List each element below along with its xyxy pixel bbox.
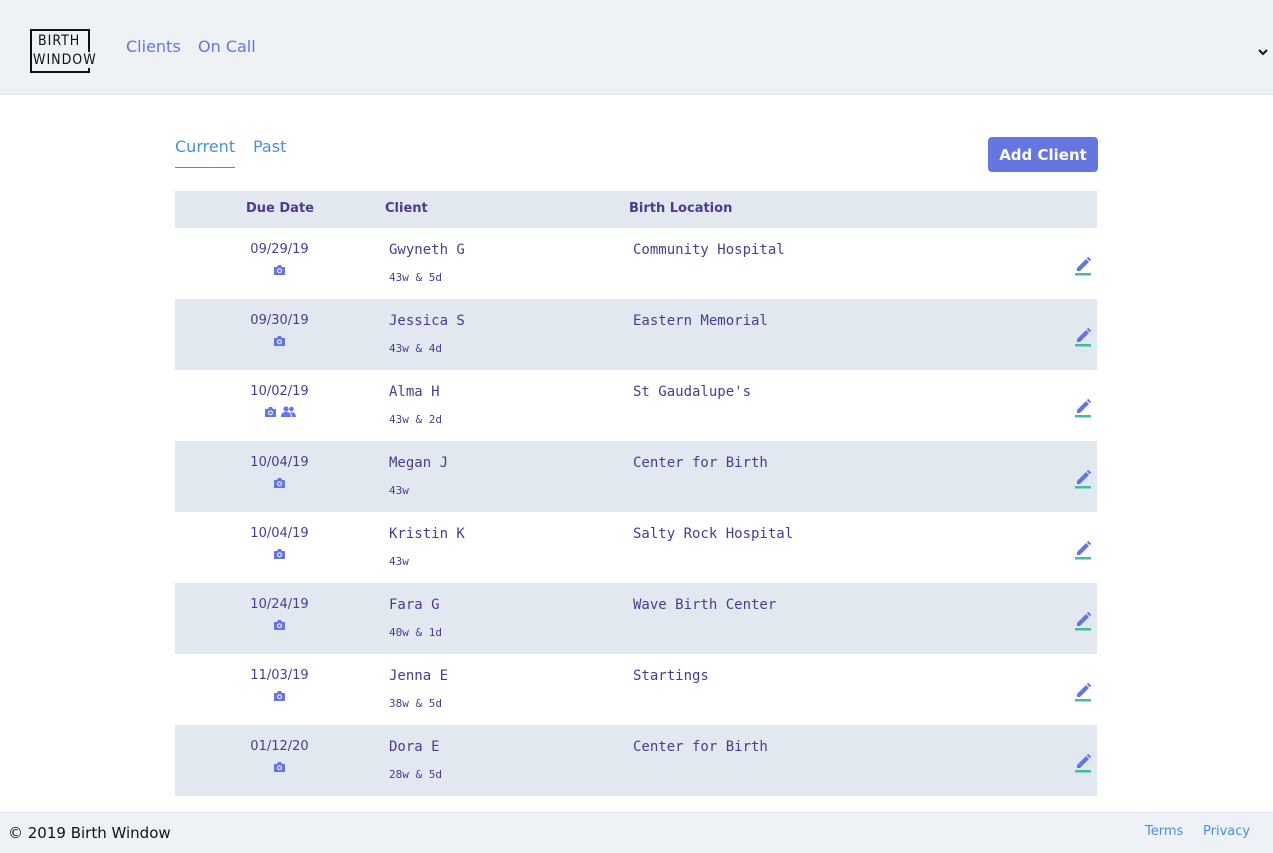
birth-location-cell: Salty Rock Hospital: [633, 526, 794, 542]
due-date-cell: 10/02/19: [250, 384, 309, 399]
add-client-button[interactable]: Add Client: [988, 137, 1098, 172]
client-status-icons: [237, 335, 322, 349]
client-name-cell: Kristin K: [389, 526, 465, 542]
camera-icon: [271, 335, 288, 354]
gestation-weeks: 38w & 5d: [389, 697, 442, 710]
copyright-text: © 2019 Birth Window: [8, 824, 171, 842]
due-date-cell: 09/30/19: [250, 313, 309, 328]
pencil-icon: [1074, 327, 1092, 351]
client-status-icons: [237, 619, 322, 633]
client-name-cell: Jessica S: [389, 313, 465, 329]
tab-past[interactable]: Past: [253, 137, 286, 157]
gestation-weeks: 43w & 4d: [389, 342, 442, 355]
edit-client-button[interactable]: [1074, 467, 1092, 489]
table-row[interactable]: 11/03/19 Jenna E 38w & 5d Startings: [175, 654, 1097, 725]
table-row[interactable]: 10/02/19 Alma H 43w & 2d St Gaudalupe's: [175, 370, 1097, 441]
edit-client-button[interactable]: [1074, 254, 1092, 276]
column-header-client[interactable]: Client: [385, 201, 428, 216]
table-header: Due Date Client Birth Location: [175, 191, 1097, 228]
pencil-icon: [1074, 682, 1092, 706]
top-nav-bar: BIRTH WINDOW Clients On Call: [0, 0, 1273, 95]
birth-location-cell: Center for Birth: [633, 455, 768, 471]
client-name-cell: Fara G: [389, 597, 440, 613]
terms-link[interactable]: Terms: [1145, 824, 1183, 839]
birth-location-cell: Wave Birth Center: [633, 597, 777, 613]
camera-icon: [262, 406, 279, 425]
pencil-icon: [1074, 753, 1092, 777]
clients-table: Due Date Client Birth Location 09/29/19 G…: [175, 191, 1097, 796]
logo-line-2: WINDOW: [32, 52, 98, 68]
table-row[interactable]: 10/24/19 Fara G 40w & 1d Wave Birth Center: [175, 583, 1097, 654]
logo-line-1: BIRTH: [37, 33, 82, 49]
birth-location-cell: Community Hospital: [633, 242, 785, 258]
gestation-weeks: 43w & 2d: [389, 413, 442, 426]
camera-icon: [271, 761, 288, 780]
pencil-icon: [1074, 469, 1092, 493]
gestation-weeks: 43w: [389, 484, 409, 497]
client-status-icons: [237, 406, 322, 420]
nav-on-call-link[interactable]: On Call: [198, 37, 256, 57]
chevron-down-icon[interactable]: [1257, 46, 1269, 58]
client-status-icons: [237, 264, 322, 278]
edit-client-button[interactable]: [1074, 396, 1092, 418]
camera-icon: [271, 690, 288, 709]
camera-icon: [271, 619, 288, 638]
due-date-cell: 09/29/19: [250, 242, 309, 257]
tab-current[interactable]: Current: [175, 137, 236, 168]
pencil-icon: [1074, 398, 1092, 422]
pencil-icon: [1074, 256, 1092, 280]
due-date-cell: 10/04/19: [250, 526, 309, 541]
gestation-weeks: 43w: [389, 555, 409, 568]
client-name-cell: Jenna E: [389, 668, 449, 684]
edit-client-button[interactable]: [1074, 538, 1092, 560]
client-status-icons: [237, 548, 322, 562]
camera-icon: [271, 548, 288, 567]
camera-icon: [271, 264, 288, 283]
table-row[interactable]: 10/04/19 Kristin K 43w Salty Rock Hospital: [175, 512, 1097, 583]
due-date-cell: 10/24/19: [250, 597, 309, 612]
column-header-due-date[interactable]: Due Date: [246, 201, 314, 216]
gestation-weeks: 43w & 5d: [389, 271, 442, 284]
birth-location-cell: Startings: [633, 668, 709, 684]
due-date-cell: 11/03/19: [250, 668, 309, 683]
due-date-cell: 10/04/19: [250, 455, 309, 470]
due-date-cell: 01/12/20: [250, 739, 309, 754]
column-header-birth-location[interactable]: Birth Location: [629, 201, 732, 216]
edit-client-button[interactable]: [1074, 751, 1092, 773]
client-status-icons: [237, 690, 322, 704]
pencil-icon: [1074, 540, 1092, 564]
gestation-weeks: 28w & 5d: [389, 768, 442, 781]
camera-icon: [271, 477, 288, 496]
edit-client-button[interactable]: [1074, 325, 1092, 347]
nav-clients-link[interactable]: Clients: [126, 37, 181, 57]
edit-client-button[interactable]: [1074, 680, 1092, 702]
users-icon: [279, 406, 298, 425]
table-body: 09/29/19 Gwyneth G 43w & 5d Community Hospi…: [175, 228, 1097, 796]
pencil-icon: [1074, 611, 1092, 635]
birth-location-cell: Eastern Memorial: [633, 313, 768, 329]
gestation-weeks: 40w & 1d: [389, 626, 442, 639]
client-name-cell: Gwyneth G: [389, 242, 465, 258]
table-row[interactable]: 09/30/19 Jessica S 43w & 4d Eastern Memoria…: [175, 299, 1097, 370]
privacy-link[interactable]: Privacy: [1203, 824, 1250, 839]
birth-location-cell: Center for Birth: [633, 739, 768, 755]
client-name-cell: Dora E: [389, 739, 440, 755]
table-row[interactable]: 10/04/19 Megan J 43w Center for Birth: [175, 441, 1097, 512]
table-row[interactable]: 01/12/20 Dora E 28w & 5d Center for Birth: [175, 725, 1097, 796]
client-status-icons: [237, 477, 322, 491]
footer: © 2019 Birth Window Terms Privacy: [0, 812, 1273, 853]
edit-client-button[interactable]: [1074, 609, 1092, 631]
birth-location-cell: St Gaudalupe's: [633, 384, 752, 400]
client-status-icons: [237, 761, 322, 775]
client-name-cell: Alma H: [389, 384, 440, 400]
birth-window-logo[interactable]: BIRTH WINDOW: [30, 29, 98, 73]
table-row[interactable]: 09/29/19 Gwyneth G 43w & 5d Community Hospi…: [175, 228, 1097, 299]
client-name-cell: Megan J: [389, 455, 449, 471]
